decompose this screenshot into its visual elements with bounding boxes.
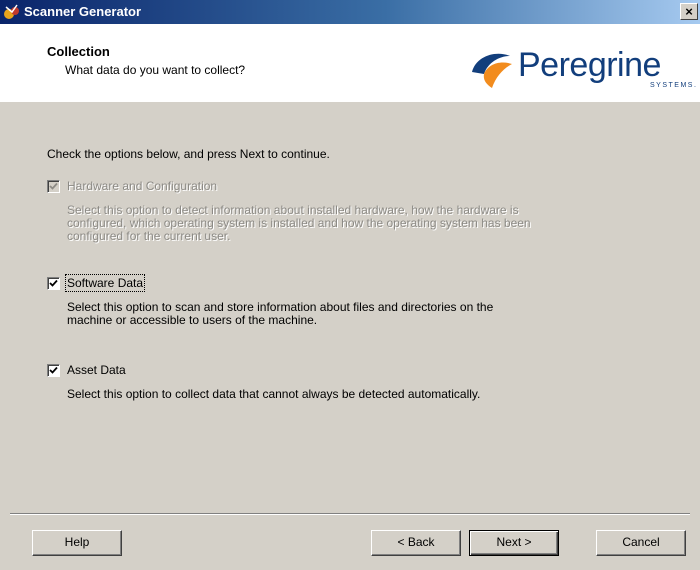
scanner-generator-window: Scanner Generator × Collection What data… [0,0,700,570]
window-title: Scanner Generator [24,4,142,19]
hardware-description: Select this option to detect information… [67,203,531,243]
title-bar[interactable]: Scanner Generator × [0,0,700,24]
instructions-text: Check the options below, and press Next … [47,147,330,161]
footer-divider-highlight [10,514,690,515]
help-button[interactable]: Help [32,530,122,556]
asset-description: Select this option to collect data that … [67,387,481,401]
asset-label[interactable]: Asset Data [67,363,126,377]
checkmark-icon [49,279,58,287]
checkmark-icon [49,366,58,374]
hardware-checkbox [47,180,60,193]
back-button[interactable]: < Back [371,530,461,556]
checkmark-icon [49,182,58,190]
hardware-label: Hardware and Configuration [67,179,218,193]
cancel-button[interactable]: Cancel [596,530,686,556]
software-checkbox[interactable] [47,277,60,290]
logo-subtext: SYSTEMS. [650,82,698,89]
header-divider [0,101,700,102]
peregrine-logo: Peregrine SYSTEMS. [466,46,696,94]
close-icon: × [685,4,693,19]
logo-text: Peregrine [518,46,661,84]
asset-checkbox[interactable] [47,364,60,377]
next-button[interactable]: Next > [469,530,559,556]
software-label[interactable]: Software Data [64,274,146,292]
close-button[interactable]: × [680,3,698,20]
page-subtitle: What data do you want to collect? [65,63,246,77]
scanner-generator-app-icon [3,3,21,21]
software-description: Select this option to scan and store inf… [67,300,494,327]
wizard-header: Collection What data do you want to coll… [0,24,700,102]
page-title: Collection [47,44,110,59]
